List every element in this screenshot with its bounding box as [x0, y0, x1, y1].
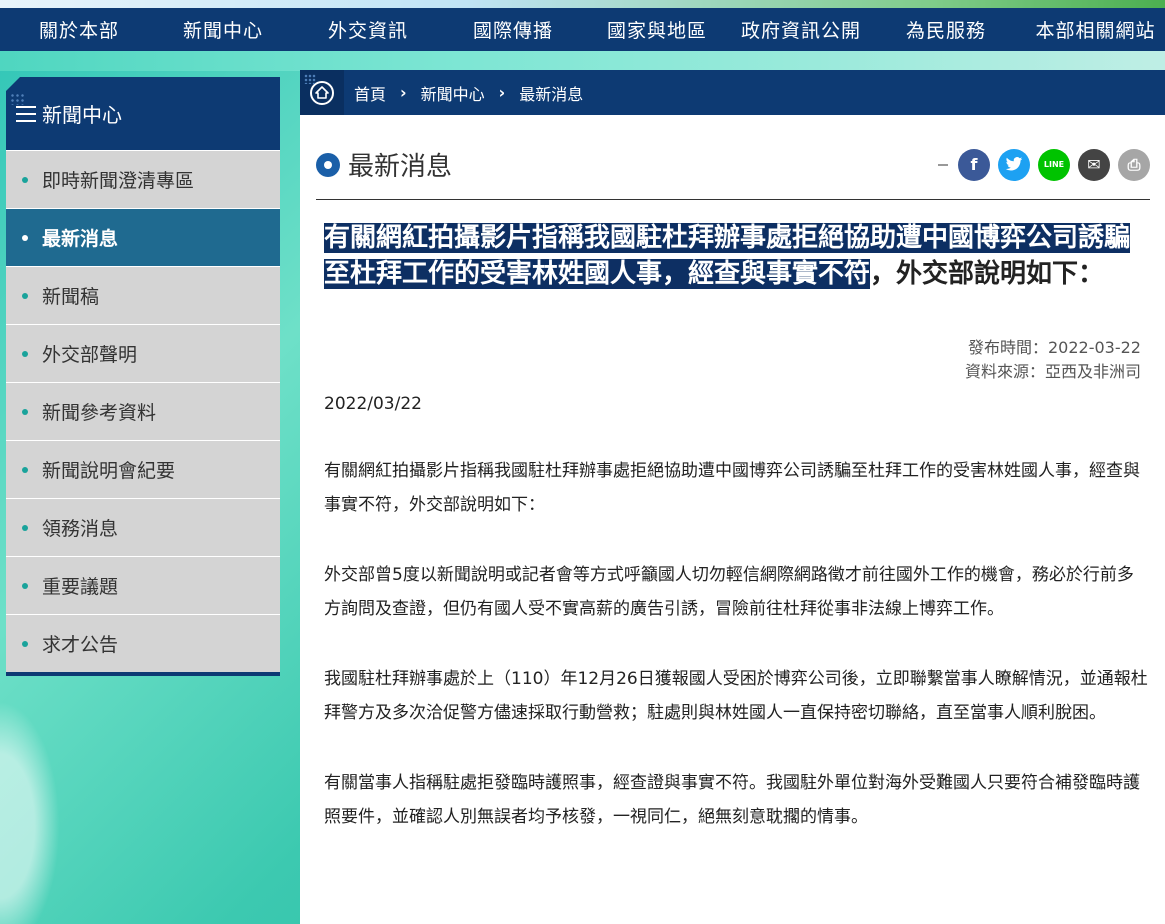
share-toolbar: f LINE ✉ ⎙	[938, 148, 1150, 181]
breadcrumb: 首頁 › 新聞中心 › 最新消息	[300, 70, 1165, 115]
sidebar: 新聞中心 即時新聞澄清專區 最新消息 新聞稿 外交部聲明 新聞參考資料 新聞說明…	[6, 77, 280, 676]
breadcrumb-news-center[interactable]: 新聞中心	[421, 81, 485, 105]
nav-related-sites[interactable]: 本部相關網站	[1026, 16, 1165, 43]
sidebar-header: 新聞中心	[6, 77, 280, 150]
main-navigation: 關於本部 新聞中心 外交資訊 國際傳播 國家與地區 政府資訊公開 為民服務 本部…	[0, 8, 1165, 51]
article-meta: 發布時間：2022-03-22 資料來源：亞西及非洲司	[965, 336, 1141, 384]
sidebar-item-label: 即時新聞澄清專區	[42, 170, 195, 192]
print-icon[interactable]: ⎙	[1118, 148, 1150, 181]
bullet-icon	[22, 524, 28, 531]
nav-public-services[interactable]: 為民服務	[866, 16, 1026, 43]
sidebar-item-label: 新聞說明會紀要	[42, 460, 176, 482]
top-banner-strip	[0, 0, 1165, 8]
home-button[interactable]	[300, 70, 344, 115]
sidebar-item-statements[interactable]: 外交部聲明	[6, 324, 280, 382]
bullet-icon	[22, 466, 28, 473]
sidebar-item-job-openings[interactable]: 求才公告	[6, 614, 280, 672]
publish-time: 發布時間：2022-03-22	[968, 338, 1141, 357]
facebook-icon[interactable]: f	[958, 148, 990, 181]
bullet-icon	[22, 350, 28, 357]
sidebar-item-label: 領務消息	[42, 518, 119, 540]
nav-countries-regions[interactable]: 國家與地區	[578, 16, 736, 43]
sidebar-item-label: 新聞參考資料	[42, 402, 157, 424]
article-title: 有關網紅拍攝影片指稱我國駐杜拜辦事處拒絕協助遭中國博弈公司誘騙至杜拜工作的受害林…	[324, 220, 1150, 292]
bullet-icon	[22, 176, 28, 183]
sidebar-item-news-references[interactable]: 新聞參考資料	[6, 382, 280, 440]
sidebar-item-briefing-minutes[interactable]: 新聞說明會紀要	[6, 440, 280, 498]
bullet-icon	[22, 640, 28, 647]
chevron-right-icon: ›	[498, 83, 506, 102]
nav-government-info[interactable]: 政府資訊公開	[736, 16, 866, 43]
chevron-right-icon: ›	[400, 83, 407, 102]
bullet-icon	[22, 234, 28, 241]
nav-news-center[interactable]: 新聞中心	[158, 16, 288, 43]
sidebar-title: 新聞中心	[42, 103, 122, 127]
menu-icon	[16, 105, 36, 122]
paragraph: 有關網紅拍攝影片指稱我國駐杜拜辦事處拒絕協助遭中國博弈公司誘騙至杜拜工作的受害林…	[324, 461, 1140, 515]
paragraph: 我國駐杜拜辦事處於上（110）年12月26日獲報國人受困於博弈公司後，立即聯繫當…	[324, 669, 1148, 723]
sidebar-item-key-issues[interactable]: 重要議題	[6, 556, 280, 614]
sidebar-item-label: 求才公告	[42, 634, 119, 656]
sidebar-item-label: 重要議題	[42, 576, 119, 598]
breadcrumb-latest-news[interactable]: 最新消息	[519, 81, 583, 105]
target-icon	[316, 152, 340, 177]
article-title-rest: ，外交部說明如下：	[870, 259, 1105, 289]
home-icon	[310, 80, 334, 105]
twitter-icon[interactable]	[998, 148, 1030, 181]
bullet-icon	[22, 292, 28, 299]
sidebar-item-press-releases[interactable]: 新聞稿	[6, 266, 280, 324]
sidebar-item-latest-news[interactable]: 最新消息	[6, 208, 280, 266]
nav-foreign-affairs-info[interactable]: 外交資訊	[288, 16, 448, 43]
page-title: 最新消息	[348, 152, 453, 182]
paragraph: 有關當事人指稱駐處拒發臨時護照事，經查證與事實不符。我國駐外單位對海外受難國人只…	[324, 773, 1140, 827]
sidebar-item-label: 最新消息	[42, 228, 119, 250]
sidebar-item-label: 外交部聲明	[42, 344, 138, 366]
divider	[938, 163, 948, 166]
dots-decoration	[10, 93, 26, 105]
background-decoration	[0, 680, 70, 924]
article-body: 有關網紅拍攝影片指稱我國駐杜拜辦事處拒絕協助遭中國博弈公司誘騙至杜拜工作的受害林…	[324, 454, 1150, 870]
nav-international-communication[interactable]: 國際傳播	[448, 16, 578, 43]
dots-decoration	[304, 74, 316, 84]
bullet-icon	[22, 408, 28, 415]
breadcrumb-home[interactable]: 首頁	[354, 81, 386, 105]
main-content: 首頁 › 新聞中心 › 最新消息 最新消息 f LINE ✉ ⎙ 有關網紅拍攝影…	[300, 70, 1165, 924]
paragraph: 外交部曾5度以新聞說明或記者會等方式呼籲國人切勿輕信網際網路徵才前往國外工作的機…	[324, 565, 1134, 619]
email-icon[interactable]: ✉	[1078, 148, 1110, 181]
background-band	[0, 51, 1165, 71]
page-title-row: 最新消息 f LINE ✉ ⎙	[316, 130, 1150, 200]
sidebar-item-clarification[interactable]: 即時新聞澄清專區	[6, 150, 280, 208]
data-source: 資料來源：亞西及非洲司	[964, 362, 1141, 381]
sidebar-item-consular-news[interactable]: 領務消息	[6, 498, 280, 556]
article-date: 2022/03/22	[324, 394, 422, 414]
line-icon[interactable]: LINE	[1038, 148, 1070, 181]
sidebar-item-label: 新聞稿	[42, 286, 100, 308]
bullet-icon	[22, 582, 28, 589]
nav-about[interactable]: 關於本部	[0, 16, 158, 43]
sidebar-bottom-border	[6, 672, 280, 676]
